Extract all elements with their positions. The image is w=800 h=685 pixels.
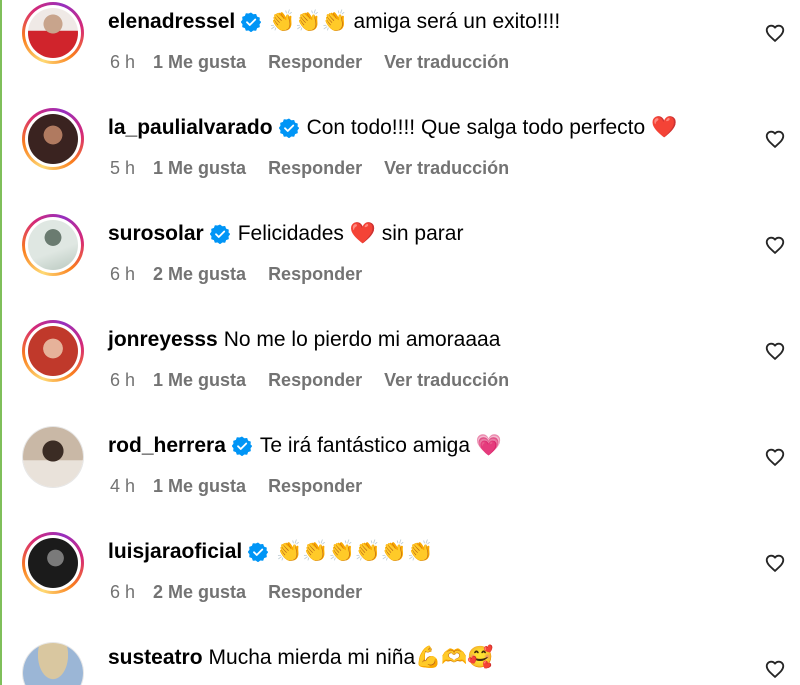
- heart-outline-icon: [765, 24, 785, 43]
- translate-button[interactable]: Ver traducción: [384, 158, 509, 179]
- comment-likes[interactable]: 1 Me gusta: [153, 158, 246, 179]
- comment-username[interactable]: surosolar: [108, 222, 204, 246]
- comment-item: surosolar Felicidades ❤️ sin parar 6 h 2…: [0, 214, 800, 320]
- reply-button[interactable]: Responder: [268, 582, 362, 603]
- translate-button[interactable]: Ver traducción: [384, 370, 509, 391]
- comment-likes[interactable]: 1 Me gusta: [153, 476, 246, 497]
- comment-likes[interactable]: 1 Me gusta: [153, 52, 246, 73]
- comment-item: rod_herrera Te irá fantástico amiga 💗 4 …: [0, 426, 800, 532]
- like-button[interactable]: [764, 340, 786, 362]
- comment-username[interactable]: rod_herrera: [108, 434, 226, 458]
- avatar: [23, 427, 83, 487]
- comment-item: luisjaraoficial 👏👏👏👏👏👏 6 h 2 Me gusta Re…: [0, 532, 800, 638]
- avatar-frame[interactable]: [22, 642, 84, 685]
- heart-outline-icon: [765, 660, 785, 679]
- reply-button[interactable]: Responder: [268, 264, 362, 285]
- comment-time: 6 h: [110, 52, 136, 72]
- avatar-story-ring[interactable]: [22, 108, 84, 170]
- verified-badge-icon: [248, 542, 269, 562]
- translate-button[interactable]: Ver traducción: [384, 52, 509, 73]
- reply-button[interactable]: Responder: [268, 476, 362, 497]
- comment-time: 6 h: [110, 370, 136, 390]
- heart-outline-icon: [765, 236, 785, 255]
- comment-time: 5 h: [110, 158, 136, 178]
- comment-item: jonreyesss No me lo pierdo mi amoraaaa 6…: [0, 320, 800, 426]
- comment-item: elenadressel 👏👏👏 amiga será un exito!!!!…: [0, 2, 800, 108]
- avatar-story-ring[interactable]: [22, 320, 84, 382]
- comment-text: No me lo pierdo mi amoraaaa: [223, 328, 501, 351]
- avatar-story-ring[interactable]: [22, 532, 84, 594]
- avatar-story-ring[interactable]: [22, 214, 84, 276]
- comment-text: Felicidades ❤️ sin parar: [237, 222, 464, 245]
- like-button[interactable]: [764, 658, 786, 680]
- comment-time: 6 h: [110, 264, 136, 284]
- comment-username[interactable]: luisjaraoficial: [108, 540, 242, 564]
- comment-time: 6 h: [110, 582, 136, 602]
- heart-outline-icon: [765, 448, 785, 467]
- like-button[interactable]: [764, 22, 786, 44]
- verified-badge-icon: [241, 12, 262, 32]
- comment-username[interactable]: elenadressel: [108, 10, 235, 34]
- comment-likes[interactable]: 2 Me gusta: [153, 582, 246, 603]
- like-button[interactable]: [764, 552, 786, 574]
- comment-item: la_paulialvarado Con todo!!!! Que salga …: [0, 108, 800, 214]
- verified-badge-icon: [278, 118, 299, 138]
- verified-badge-icon: [209, 224, 230, 244]
- comment-username[interactable]: la_paulialvarado: [108, 116, 273, 140]
- like-button[interactable]: [764, 128, 786, 150]
- comment-item: susteatro Mucha mierda mi niña💪🫶🥰: [0, 638, 800, 685]
- comment-username[interactable]: jonreyesss: [108, 328, 218, 352]
- reply-button[interactable]: Responder: [268, 158, 362, 179]
- verified-badge-icon: [231, 436, 252, 456]
- avatar: [28, 326, 78, 376]
- reply-button[interactable]: Responder: [268, 52, 362, 73]
- comment-text: Mucha mierda mi niña💪🫶🥰: [208, 646, 494, 669]
- avatar: [28, 8, 78, 58]
- avatar: [23, 643, 83, 685]
- avatar-story-ring[interactable]: [22, 2, 84, 64]
- heart-outline-icon: [765, 554, 785, 573]
- comment-likes[interactable]: 2 Me gusta: [153, 264, 246, 285]
- comment-text: 👏👏👏 amiga será un exito!!!!: [269, 10, 561, 33]
- comment-username[interactable]: susteatro: [108, 646, 203, 670]
- comment-time: 4 h: [110, 476, 136, 496]
- like-button[interactable]: [764, 446, 786, 468]
- avatar-frame[interactable]: [22, 426, 84, 488]
- heart-outline-icon: [765, 130, 785, 149]
- comment-text: 👏👏👏👏👏👏: [276, 540, 434, 563]
- comment-likes[interactable]: 1 Me gusta: [153, 370, 246, 391]
- avatar: [28, 538, 78, 588]
- like-button[interactable]: [764, 234, 786, 256]
- heart-outline-icon: [765, 342, 785, 361]
- reply-button[interactable]: Responder: [268, 370, 362, 391]
- avatar: [28, 220, 78, 270]
- avatar: [28, 114, 78, 164]
- comment-text: Con todo!!!! Que salga todo perfecto ❤️: [306, 116, 678, 139]
- comment-text: Te irá fantástico amiga 💗: [259, 434, 502, 457]
- comment-list: elenadressel 👏👏👏 amiga será un exito!!!!…: [0, 0, 800, 685]
